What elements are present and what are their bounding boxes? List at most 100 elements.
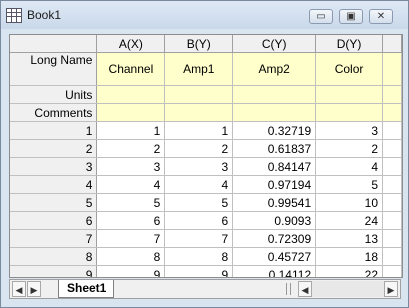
- data-cell[interactable]: [382, 193, 402, 212]
- table-row: 3 3 3 0.84147 4: [10, 157, 402, 176]
- data-cell[interactable]: 6: [164, 211, 234, 230]
- units-cell[interactable]: [96, 85, 166, 104]
- data-cell[interactable]: 4: [164, 175, 234, 194]
- row-header[interactable]: 4: [10, 175, 98, 194]
- data-cell[interactable]: 3: [315, 121, 383, 140]
- maximize-button[interactable]: ▣: [339, 9, 363, 24]
- workbook-icon: [6, 8, 22, 23]
- table-row: 9 9 9 0.14112 22: [10, 265, 402, 277]
- table-row: 1 1 1 0.32719 3: [10, 121, 402, 140]
- data-cell[interactable]: [382, 121, 402, 140]
- data-cell[interactable]: 0.9093: [232, 211, 317, 230]
- data-cell[interactable]: 3: [96, 157, 166, 176]
- row-header[interactable]: 2: [10, 139, 98, 158]
- row-header[interactable]: 6: [10, 211, 98, 230]
- data-cell[interactable]: 0.32719: [232, 121, 317, 140]
- data-cell[interactable]: 1: [164, 121, 234, 140]
- scroll-left-icon[interactable]: ◀: [298, 281, 312, 297]
- units-cell[interactable]: [382, 85, 402, 104]
- data-cell[interactable]: 0.61837: [232, 139, 317, 158]
- comments-cell[interactable]: [164, 103, 234, 122]
- row-header-comments[interactable]: Comments: [10, 103, 98, 122]
- corner-cell[interactable]: [10, 35, 98, 53]
- data-cell[interactable]: [382, 247, 402, 266]
- data-cell[interactable]: 7: [96, 229, 166, 248]
- data-cell[interactable]: 9: [96, 265, 166, 277]
- data-cell[interactable]: 13: [315, 229, 383, 248]
- data-cell[interactable]: 24: [315, 211, 383, 230]
- row-header[interactable]: 3: [10, 157, 98, 176]
- comments-cell[interactable]: [382, 103, 402, 122]
- data-cell[interactable]: 2: [315, 139, 383, 158]
- sheet-tab-bar: ◀ ▶ Sheet1 ◀ ▶: [9, 279, 401, 299]
- comments-cell[interactable]: [96, 103, 166, 122]
- data-cell[interactable]: 5: [315, 175, 383, 194]
- data-cell[interactable]: 8: [164, 247, 234, 266]
- tab-splitter[interactable]: [286, 283, 291, 295]
- column-header-d[interactable]: D(Y): [315, 35, 383, 53]
- row-header[interactable]: 9: [10, 265, 98, 277]
- data-cell[interactable]: [382, 265, 402, 277]
- long-name-cell[interactable]: Amp2: [232, 52, 317, 86]
- row-header[interactable]: 1: [10, 121, 98, 140]
- long-name-cell[interactable]: Channel: [96, 52, 166, 86]
- tab-sheet1[interactable]: Sheet1: [58, 280, 114, 298]
- workbook-window: Book1 ▭ ▣ ✕ A(X) B(Y) C(Y) D(Y) Long Nam…: [0, 0, 409, 308]
- column-header-empty[interactable]: [382, 35, 402, 53]
- title-bar[interactable]: Book1 ▭ ▣ ✕: [1, 1, 408, 29]
- close-button[interactable]: ✕: [369, 9, 393, 24]
- data-cell[interactable]: 0.97194: [232, 175, 317, 194]
- data-cell[interactable]: 0.72309: [232, 229, 317, 248]
- minimize-button[interactable]: ▭: [309, 9, 333, 24]
- tab-scroll-right-icon[interactable]: ▶: [27, 281, 41, 297]
- data-cell[interactable]: 10: [315, 193, 383, 212]
- data-cell[interactable]: 7: [164, 229, 234, 248]
- column-header-a[interactable]: A(X): [96, 35, 166, 53]
- data-cell[interactable]: 9: [164, 265, 234, 277]
- data-cell[interactable]: [382, 139, 402, 158]
- comments-cell[interactable]: [315, 103, 383, 122]
- row-header[interactable]: 8: [10, 247, 98, 266]
- data-cell[interactable]: 0.45727: [232, 247, 317, 266]
- data-cell[interactable]: 0.14112: [232, 265, 317, 277]
- data-cell[interactable]: [382, 211, 402, 230]
- data-cell[interactable]: [382, 175, 402, 194]
- minimize-icon: ▭: [316, 11, 326, 22]
- long-name-cell[interactable]: Amp1: [164, 52, 234, 86]
- comments-cell[interactable]: [232, 103, 317, 122]
- data-cell[interactable]: 22: [315, 265, 383, 277]
- data-cell[interactable]: 2: [96, 139, 166, 158]
- data-cell[interactable]: 8: [96, 247, 166, 266]
- data-cell[interactable]: 4: [315, 157, 383, 176]
- close-icon: ✕: [376, 11, 386, 22]
- data-cell[interactable]: 5: [96, 193, 166, 212]
- scroll-right-icon[interactable]: ▶: [384, 281, 398, 297]
- maximize-icon: ▣: [346, 11, 356, 22]
- units-cell[interactable]: [164, 85, 234, 104]
- data-cell[interactable]: 2: [164, 139, 234, 158]
- long-name-cell[interactable]: Color: [315, 52, 383, 86]
- long-name-cell[interactable]: [382, 52, 402, 86]
- data-cell[interactable]: 1: [96, 121, 166, 140]
- row-header[interactable]: 7: [10, 229, 98, 248]
- row-header-long-name[interactable]: Long Name: [10, 52, 98, 86]
- data-cell[interactable]: 5: [164, 193, 234, 212]
- column-header-b[interactable]: B(Y): [164, 35, 234, 53]
- table-row: 2 2 2 0.61837 2: [10, 139, 402, 158]
- row-header[interactable]: 5: [10, 193, 98, 212]
- data-cell[interactable]: 4: [96, 175, 166, 194]
- row-header-units[interactable]: Units: [10, 85, 98, 104]
- data-cell[interactable]: 18: [315, 247, 383, 266]
- units-cell[interactable]: [232, 85, 317, 104]
- column-header-c[interactable]: C(Y): [232, 35, 317, 53]
- units-cell[interactable]: [315, 85, 383, 104]
- data-cell[interactable]: 6: [96, 211, 166, 230]
- data-cell[interactable]: 0.99541: [232, 193, 317, 212]
- data-cell[interactable]: 3: [164, 157, 234, 176]
- data-cell[interactable]: [382, 157, 402, 176]
- tab-scroll-left-icon[interactable]: ◀: [12, 281, 26, 297]
- horizontal-scrollbar[interactable]: ◀ ▶: [298, 281, 398, 297]
- data-cell[interactable]: [382, 229, 402, 248]
- data-cell[interactable]: 0.84147: [232, 157, 317, 176]
- worksheet-grid[interactable]: A(X) B(Y) C(Y) D(Y) Long Name Channel Am…: [9, 34, 403, 278]
